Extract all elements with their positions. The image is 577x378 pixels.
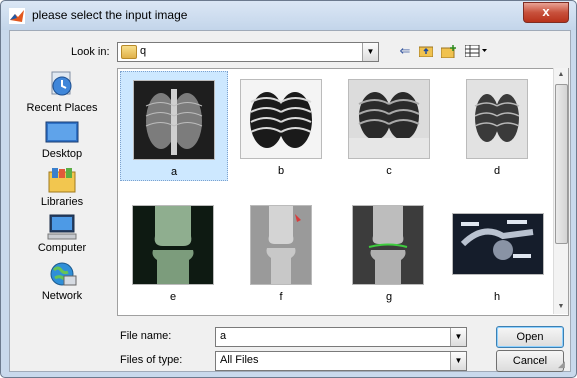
file-item-g[interactable]: g	[336, 197, 442, 305]
file-item-b[interactable]: b	[228, 71, 334, 179]
scroll-up-arrow-icon[interactable]: ▲	[554, 68, 568, 82]
vertical-scrollbar[interactable]: ▲ ▼	[553, 68, 568, 314]
xray-knee-thumbnail	[132, 205, 214, 285]
close-button[interactable]: x	[523, 2, 569, 23]
file-name-label: File name:	[120, 330, 172, 342]
matlab-icon	[9, 8, 25, 24]
new-folder-icon[interactable]	[440, 42, 458, 60]
file-type-label: Files of type:	[120, 354, 183, 366]
place-network[interactable]: Network	[10, 260, 114, 302]
place-label: Desktop	[41, 148, 83, 160]
file-name-label: b	[277, 165, 285, 177]
look-in-label: Look in:	[71, 46, 110, 58]
file-name-value: a	[220, 330, 227, 342]
look-in-dropdown[interactable]: q ▼	[117, 42, 379, 62]
view-menu-icon[interactable]	[464, 42, 490, 60]
open-button[interactable]: Open	[496, 326, 564, 348]
file-item-d[interactable]: d	[444, 71, 550, 179]
file-name-label: d	[493, 165, 501, 177]
desktop-icon	[45, 121, 79, 143]
cancel-button[interactable]: Cancel	[496, 350, 564, 372]
place-desktop[interactable]: Desktop	[10, 120, 114, 160]
xray-chest-thumbnail	[466, 79, 528, 159]
file-item-e[interactable]: e	[120, 197, 226, 305]
chevron-down-icon[interactable]: ▼	[450, 328, 466, 346]
file-item-a[interactable]: a	[120, 71, 228, 181]
file-name-label: e	[169, 291, 177, 303]
xray-chest-thumbnail	[133, 80, 215, 160]
xray-chest-thumbnail	[240, 79, 322, 159]
file-item-f[interactable]: f	[228, 197, 334, 305]
places-bar: Recent Places Desktop Libraries Computer…	[10, 68, 114, 314]
computer-icon	[47, 214, 77, 240]
file-name-label: f	[279, 291, 283, 303]
file-item-c[interactable]: c	[336, 71, 442, 179]
file-name-label: h	[493, 291, 501, 303]
up-folder-icon[interactable]	[418, 42, 434, 60]
libraries-icon	[48, 168, 76, 193]
folder-icon	[121, 45, 137, 59]
scroll-thumb[interactable]	[555, 84, 568, 244]
file-name-label: c	[386, 165, 392, 177]
file-list[interactable]: a b c d e f g h	[117, 68, 569, 316]
place-recent[interactable]: Recent Places	[10, 70, 114, 114]
xray-knee-thumbnail	[352, 205, 424, 285]
chevron-down-icon[interactable]: ▼	[362, 43, 378, 61]
network-icon	[50, 262, 77, 286]
back-arrow-icon[interactable]: ⇐	[398, 42, 412, 60]
title-bar[interactable]: please select the input image x	[1, 1, 576, 30]
look-in-value: q	[140, 45, 147, 57]
place-computer[interactable]: Computer	[10, 214, 114, 254]
recent-places-icon	[51, 71, 72, 96]
place-label: Libraries	[40, 196, 84, 208]
xray-shoulder-thumbnail	[452, 213, 544, 275]
file-name-input[interactable]: a ▼	[215, 327, 467, 347]
file-type-value: All Files	[220, 354, 259, 366]
chevron-down-icon[interactable]: ▼	[450, 352, 466, 370]
resize-grip-icon[interactable]: ◢	[558, 359, 568, 369]
file-type-select[interactable]: All Files ▼	[215, 351, 467, 371]
place-label: Network	[41, 290, 83, 302]
place-libraries[interactable]: Libraries	[10, 166, 114, 208]
place-label: Computer	[37, 242, 87, 254]
file-name-label: g	[385, 291, 393, 303]
file-item-h[interactable]: h	[444, 197, 550, 305]
file-dialog-window: please select the input image x Look in:…	[0, 0, 577, 378]
window-title: please select the input image	[32, 8, 188, 22]
xray-knee-thumbnail	[250, 205, 312, 285]
file-name-label: a	[170, 166, 178, 178]
dialog-body: Look in: q ▼ ⇐ Recent Places Desktop Lib…	[9, 30, 571, 372]
xray-chest-thumbnail	[348, 79, 430, 159]
place-label: Recent Places	[26, 102, 98, 114]
scroll-down-arrow-icon[interactable]: ▼	[554, 300, 568, 314]
